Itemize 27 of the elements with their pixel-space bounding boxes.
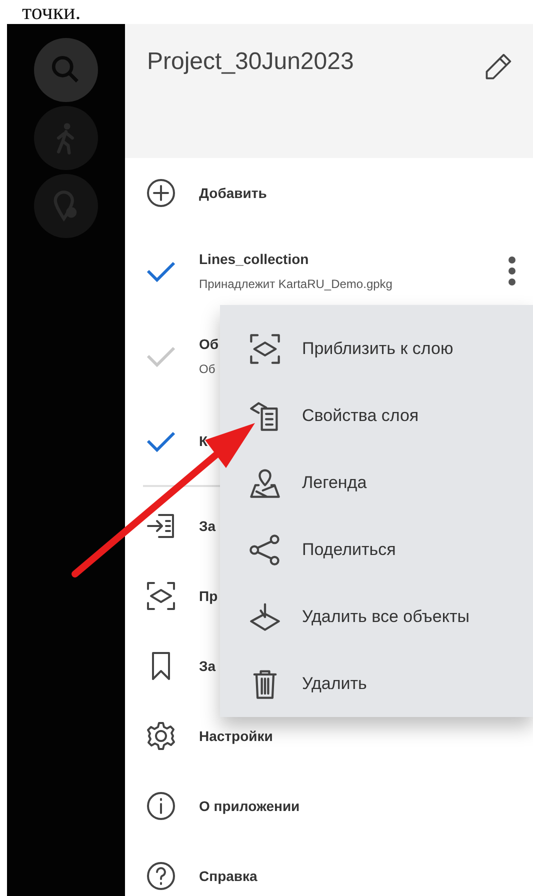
menu-item[interactable]: Справка [199, 868, 258, 884]
menu-option[interactable]: Свойства слоя [220, 382, 533, 449]
plus-circle-icon [145, 177, 177, 209]
settings-icon [145, 720, 177, 752]
help-icon [145, 860, 177, 892]
info-icon [145, 790, 177, 822]
more-options-icon[interactable] [507, 256, 517, 286]
layer-name[interactable]: Lines_collection [199, 250, 485, 266]
project-title: Project_30Jun2023 [147, 48, 354, 76]
menu-option[interactable]: Удалить все объекты [220, 583, 533, 650]
layer-source: Об [199, 362, 216, 376]
menu-item[interactable]: Пр [199, 588, 218, 604]
menu-option[interactable]: Легенда [220, 449, 533, 516]
menu-item[interactable]: Добавить [199, 185, 267, 201]
page-text: точки. [22, 0, 81, 24]
menu-item[interactable]: За [199, 658, 216, 674]
menu-item[interactable]: О приложении [199, 798, 300, 814]
menu-item[interactable]: Настройки [199, 728, 273, 744]
menu-option[interactable]: Удалить [220, 650, 533, 717]
layer-source: Принадлежит KartaRU_Demo.gpkg [199, 276, 394, 290]
pencil-icon [483, 52, 513, 82]
menu-option[interactable]: Поделиться [220, 516, 533, 583]
share-icon [248, 532, 282, 566]
zoom-to-layer-icon [145, 580, 177, 612]
menu-option[interactable]: Приблизить к слою [220, 315, 533, 382]
menu-item[interactable]: За [199, 518, 216, 534]
zoom-to-layer-icon [248, 332, 282, 366]
